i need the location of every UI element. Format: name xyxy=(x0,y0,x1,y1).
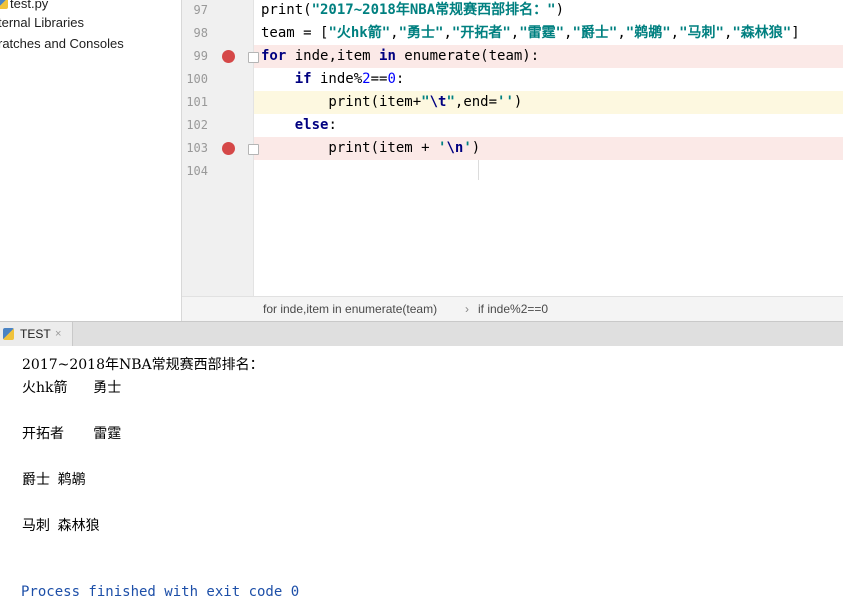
code-token: \n xyxy=(446,140,464,156)
code-token: ) xyxy=(471,140,481,156)
breadcrumb-item-if[interactable]: if inde%2==0 xyxy=(478,297,548,321)
fold-icon[interactable] xyxy=(248,52,259,63)
line-number: 98 xyxy=(193,26,208,40)
code-token: ' xyxy=(463,140,472,156)
code-token: for xyxy=(261,48,287,64)
code-token: inde,item xyxy=(286,48,380,64)
code-token: ) xyxy=(513,94,523,110)
sidebar-item-label: ternal Libraries xyxy=(0,15,84,30)
code-token: end= xyxy=(463,94,498,110)
code-token: "雷霆" xyxy=(519,25,565,41)
console-line: 马刺 森林狼 xyxy=(22,518,100,534)
console-line: 火hk箭 勇士 xyxy=(22,380,122,396)
code-token: team = [ xyxy=(261,25,329,41)
code-text[interactable]: print(item + '\n') xyxy=(261,137,480,160)
line-number: 101 xyxy=(186,95,208,109)
code-token: \t xyxy=(429,94,447,110)
code-token: "开拓者" xyxy=(451,25,511,41)
code-token: == xyxy=(370,71,388,87)
code-text[interactable]: if inde%2==0: xyxy=(261,68,405,91)
code-token: "2017~2018年NBA常规赛西部排名：" xyxy=(311,2,556,18)
python-icon xyxy=(3,328,14,340)
code-token: , xyxy=(390,25,399,41)
sidebar-item-label: test.py xyxy=(10,0,49,11)
indent-guide xyxy=(478,160,479,180)
code-token: '' xyxy=(497,94,514,110)
code-token: print(item + xyxy=(261,140,439,156)
fold-icon[interactable] xyxy=(248,144,259,155)
run-console[interactable]: 2017~2018年NBA常规赛西部排名： 火hk箭 勇士 开拓者 雷霆 爵士 … xyxy=(0,346,843,606)
code-token: ) xyxy=(555,2,565,18)
code-line[interactable]: 99 for inde,item in enumerate(team): xyxy=(182,45,843,68)
code-line[interactable]: 100 if inde%2==0: xyxy=(182,68,843,91)
code-text[interactable]: team = ["火hk箭","勇士","开拓者","雷霆","爵士","鹈鹕"… xyxy=(261,22,800,45)
breakpoint-icon[interactable] xyxy=(222,142,235,155)
breadcrumb-item-for-loop[interactable]: for inde,item in enumerate(team) xyxy=(263,297,437,321)
line-number: 97 xyxy=(193,3,208,17)
code-token: if xyxy=(294,71,312,87)
code-token: 0 xyxy=(387,71,396,87)
console-line: 2017~2018年NBA常规赛西部排名： xyxy=(22,357,264,373)
breakpoint-icon[interactable] xyxy=(222,50,235,63)
code-token: in xyxy=(379,48,396,64)
code-editor[interactable]: 97 print("2017~2018年NBA常规赛西部排名：") 98 team =… xyxy=(182,0,843,296)
code-token: , xyxy=(670,25,680,41)
line-number: 104 xyxy=(186,164,208,178)
code-token: else xyxy=(294,117,329,133)
code-line[interactable]: 103 print(item + '\n') xyxy=(182,137,843,160)
sidebar-item-scratches-consoles[interactable]: ratches and Consoles xyxy=(0,34,124,54)
breadcrumb-separator: › xyxy=(465,302,469,316)
breadcrumb: for inde,item in enumerate(team) › if in… xyxy=(182,296,843,322)
line-number: 102 xyxy=(186,118,208,132)
code-token: " xyxy=(446,94,455,110)
run-tab-bar: TEST × xyxy=(0,321,843,347)
code-text[interactable]: print("2017~2018年NBA常规赛西部排名：") xyxy=(261,0,564,22)
code-line[interactable]: 97 print("2017~2018年NBA常规赛西部排名：") xyxy=(182,0,843,22)
code-line[interactable]: 98 team = ["火hk箭","勇士","开拓者","雷霆","爵士","鹈… xyxy=(182,22,843,45)
code-token: "爵士" xyxy=(572,25,618,41)
line-number: 100 xyxy=(186,72,208,86)
code-token: "勇士" xyxy=(398,25,444,41)
code-token: "火hk箭" xyxy=(328,25,391,41)
code-token: inde% xyxy=(311,71,363,87)
code-token: , xyxy=(617,25,626,41)
console-line: 爵士 鹈鹕 xyxy=(22,472,86,488)
tab-label: TEST xyxy=(20,327,51,341)
code-text[interactable]: for inde,item in enumerate(team): xyxy=(261,45,539,68)
project-sidebar: test.py ternal Libraries ratches and Con… xyxy=(0,0,182,321)
line-number: 103 xyxy=(186,141,208,155)
console-line: 开拓者 雷霆 xyxy=(22,426,122,442)
code-token: enumerate(team): xyxy=(395,48,540,64)
line-number: 99 xyxy=(193,49,208,63)
code-token: : xyxy=(328,117,337,133)
code-token: , xyxy=(443,25,452,41)
code-token: ] xyxy=(791,25,800,41)
code-token: "森林狼" xyxy=(732,25,792,41)
code-token: print(item+ xyxy=(261,94,422,110)
code-text[interactable]: print(item+"\t",end='') xyxy=(261,91,522,114)
code-line[interactable]: 104 xyxy=(182,160,843,183)
code-token: : xyxy=(395,71,405,87)
code-text[interactable]: else: xyxy=(261,114,337,137)
exit-message: Process finished with exit code 0 xyxy=(21,584,300,600)
code-token: print( xyxy=(261,2,312,18)
code-token: 2 xyxy=(362,71,371,87)
code-token: , xyxy=(510,25,520,41)
code-line[interactable]: 101 print(item+"\t",end='') xyxy=(182,91,843,114)
close-icon[interactable]: × xyxy=(55,322,61,346)
sidebar-item-test-py[interactable]: test.py xyxy=(0,0,48,14)
code-token: "鹈鹕" xyxy=(625,25,671,41)
python-file-icon xyxy=(0,0,8,9)
sidebar-item-external-libraries[interactable]: ternal Libraries xyxy=(0,13,84,33)
sidebar-item-label: ratches and Consoles xyxy=(0,36,124,51)
code-token: "马刺" xyxy=(679,25,724,41)
tab-test[interactable]: TEST × xyxy=(0,322,73,346)
code-line[interactable]: 102 else: xyxy=(182,114,843,137)
code-token: " xyxy=(421,94,430,110)
